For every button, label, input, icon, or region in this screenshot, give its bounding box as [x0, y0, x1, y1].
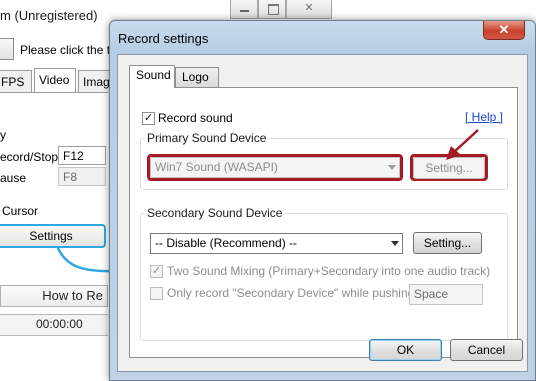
background-window-title: m (Unregistered) — [0, 8, 98, 23]
primary-device-select[interactable]: Win7 Sound (WASAPI) — [150, 157, 400, 178]
push-hotkey-field[interactable]: Space — [409, 284, 483, 305]
dialog-close-button[interactable]: ✕ — [483, 21, 525, 40]
setting-label: Setting... — [423, 236, 472, 250]
maximize-icon — [268, 4, 279, 15]
ok-label: OK — [396, 343, 415, 357]
tab-image[interactable]: Image — [78, 70, 116, 92]
section-label: y — [0, 128, 6, 142]
tab-fps[interactable]: FPS — [0, 70, 32, 92]
primary-device-group-title: Primary Sound Device — [144, 131, 270, 145]
cancel-button[interactable]: Cancel — [450, 339, 523, 361]
how-to-record-button[interactable]: How to Re — [0, 285, 108, 307]
pause-hotkey-field[interactable]: F8 — [58, 167, 106, 186]
maximize-button[interactable] — [258, 0, 286, 19]
dialog-title: Record settings — [118, 31, 209, 46]
record-settings-dialog: Record settings ✕ Sound Logo ✓ Record so… — [109, 20, 536, 381]
background-close-button[interactable]: ✕ — [286, 0, 332, 19]
close-icon: ✕ — [498, 22, 510, 37]
target-hint-text: Please click the tar — [20, 43, 121, 57]
target-select-button[interactable] — [0, 38, 14, 60]
record-stop-label: ecord/Stop — [0, 150, 59, 164]
tab-video[interactable]: Video — [34, 68, 76, 93]
minimize-icon — [240, 10, 249, 12]
tab-label: FPS — [1, 75, 25, 89]
minimize-button[interactable] — [230, 0, 258, 19]
secondary-device-value: -- Disable (Recommend) -- — [155, 236, 298, 250]
chevron-down-icon — [388, 165, 396, 170]
annotation-arrow-red — [446, 129, 479, 160]
secondary-device-select[interactable]: -- Disable (Recommend) -- — [150, 233, 403, 254]
tab-label: Logo — [182, 70, 209, 84]
only-secondary-label: Only record "Secondary Device" while pus… — [167, 286, 415, 300]
secondary-setting-button[interactable]: Setting... — [413, 232, 482, 254]
background-window-controls: ✕ — [230, 0, 332, 20]
chevron-down-icon — [391, 241, 399, 246]
two-sound-mixing-label: Two Sound Mixing (Primary+Secondary into… — [167, 264, 491, 278]
help-link[interactable]: [ Help ] — [465, 110, 503, 124]
cursor-label: Cursor — [2, 204, 39, 218]
settings-label: Settings — [29, 229, 73, 243]
ok-button[interactable]: OK — [369, 339, 442, 361]
pause-label: ause — [0, 171, 27, 185]
close-icon: ✕ — [304, 2, 314, 14]
recording-time: 00:00:00 — [36, 317, 83, 331]
record-sound-checkbox[interactable]: ✓ — [142, 112, 155, 125]
tab-logo[interactable]: Logo — [175, 67, 219, 87]
primary-device-value: Win7 Sound (WASAPI) — [155, 160, 278, 174]
only-secondary-checkbox[interactable] — [150, 287, 163, 300]
cancel-label: Cancel — [467, 343, 506, 357]
record-stop-hotkey-field[interactable]: F12 — [58, 146, 106, 165]
dialog-client-area: Sound Logo ✓ Record sound [ Help ] Prima… — [117, 54, 528, 372]
secondary-device-group-title: Secondary Sound Device — [144, 206, 286, 220]
tab-label: Sound — [136, 68, 171, 82]
tab-sound[interactable]: Sound — [129, 65, 175, 88]
record-sound-label: Record sound — [158, 111, 233, 125]
tab-label: Video — [39, 73, 70, 87]
two-sound-mixing-checkbox[interactable]: ✓ — [150, 265, 163, 278]
